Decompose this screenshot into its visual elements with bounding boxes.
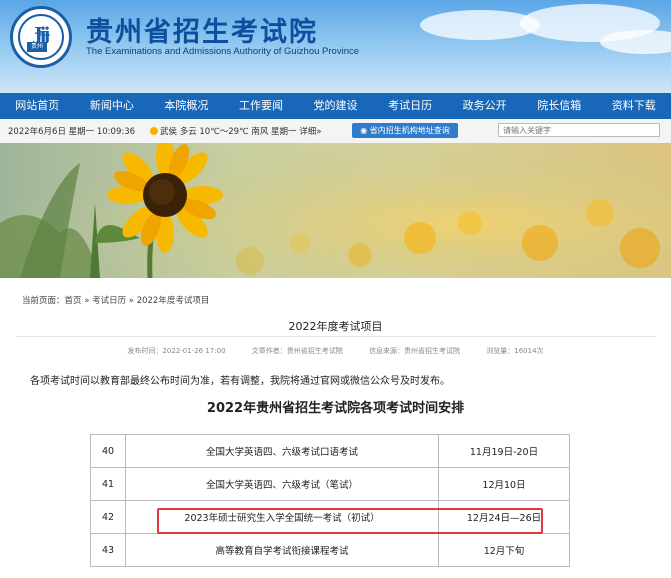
table-row: 41 全国大学英语四、六级考试（笔试） 12月10日 xyxy=(90,467,570,501)
publish-time: 发布时间：2022-01-26 17:00 xyxy=(127,347,226,355)
exam-date: 12月下旬 xyxy=(438,533,570,567)
sunflower-illustration xyxy=(0,143,671,278)
exam-date: 12月10日 xyxy=(438,467,570,501)
article-source: 信息来源：贵州省招生考试院 xyxy=(369,347,461,355)
table-row: 43 高等教育自学考试衔接课程考试 12月下旬 xyxy=(90,533,570,567)
site-logo[interactable]: Ɉɉɉ 贵州 xyxy=(10,6,72,68)
row-number: 43 xyxy=(90,533,126,567)
site-title: 贵州省招生考试院 xyxy=(86,17,318,48)
view-count: 浏览量：16014次 xyxy=(486,347,544,355)
weather-info: 武侯 多云 10℃～29℃ 南风 星期一 详细» xyxy=(150,125,321,137)
row-number: 41 xyxy=(90,467,126,501)
schedule-heading: 2022年贵州省招生考试院各项考试时间安排 xyxy=(206,401,465,416)
logo-ring: Ɉɉɉ xyxy=(18,14,64,60)
nav-item-work[interactable]: 工作要闻 xyxy=(224,93,299,119)
highlight-box xyxy=(157,508,543,534)
site-subtitle: The Examinations and Admissions Authorit… xyxy=(86,46,360,57)
info-bar: 2022年6月6日 星期一 10:09:36 武侯 多云 10℃～29℃ 南风 … xyxy=(0,119,671,144)
exam-name: 全国大学英语四、六级考试（笔试） xyxy=(125,467,439,501)
notice-text: 各项考试时间以教育部最终公布时间为准，若有调整，我院将通过官网或微信公众号及时发… xyxy=(30,376,450,387)
logo-text: 贵州 xyxy=(27,42,47,52)
institution-query-button[interactable]: ◉ 省内招生机构地址查询 xyxy=(352,123,458,138)
site-header: Ɉɉɉ 贵州 贵州省招生考试院 The Examinations and Adm… xyxy=(0,0,671,93)
row-number: 40 xyxy=(90,434,126,468)
cloud-decoration xyxy=(600,30,671,54)
nav-item-about[interactable]: 本院概况 xyxy=(149,93,224,119)
exam-name: 高等教育自学考试衔接课程考试 xyxy=(125,533,439,567)
main-nav: 网站首页 新闻中心 本院概况 工作要闻 党的建设 考试日历 政务公开 院长信箱 … xyxy=(0,93,671,119)
nav-item-news[interactable]: 新闻中心 xyxy=(75,93,150,119)
page-title: 2022年度考试项目 xyxy=(288,320,383,333)
nav-item-home[interactable]: 网站首页 xyxy=(0,93,75,119)
article-meta: 发布时间：2022-01-26 17:00 文章作者：贵州省招生考试院 信息来源… xyxy=(0,346,671,356)
nav-item-party[interactable]: 党的建设 xyxy=(298,93,373,119)
current-datetime: 2022年6月6日 星期一 10:09:36 xyxy=(8,127,136,137)
nav-item-calendar[interactable]: 考试日历 xyxy=(373,93,448,119)
article-author: 文章作者：贵州省招生考试院 xyxy=(251,347,343,355)
exam-name: 全国大学英语四、六级考试口语考试 xyxy=(125,434,439,468)
table-row: 40 全国大学英语四、六级考试口语考试 11月19日-20日 xyxy=(90,434,570,468)
exam-schedule-table: 40 全国大学英语四、六级考试口语考试 11月19日-20日 41 全国大学英语… xyxy=(90,434,570,567)
banner-image xyxy=(0,143,671,278)
search-input[interactable] xyxy=(498,123,660,137)
nav-item-affairs[interactable]: 政务公开 xyxy=(447,93,522,119)
nav-item-downloads[interactable]: 资料下载 xyxy=(597,93,671,119)
exam-date: 11月19日-20日 xyxy=(438,434,570,468)
row-number: 42 xyxy=(90,500,126,534)
divider xyxy=(16,336,656,337)
weather-text: 武侯 多云 10℃～29℃ 南风 星期一 详细» xyxy=(160,127,322,137)
breadcrumb[interactable]: 当前页面：首页 » 考试日历 » 2022年度考试项目 xyxy=(22,294,209,306)
nav-item-mailbox[interactable]: 院长信箱 xyxy=(522,93,597,119)
sun-icon xyxy=(150,127,158,135)
